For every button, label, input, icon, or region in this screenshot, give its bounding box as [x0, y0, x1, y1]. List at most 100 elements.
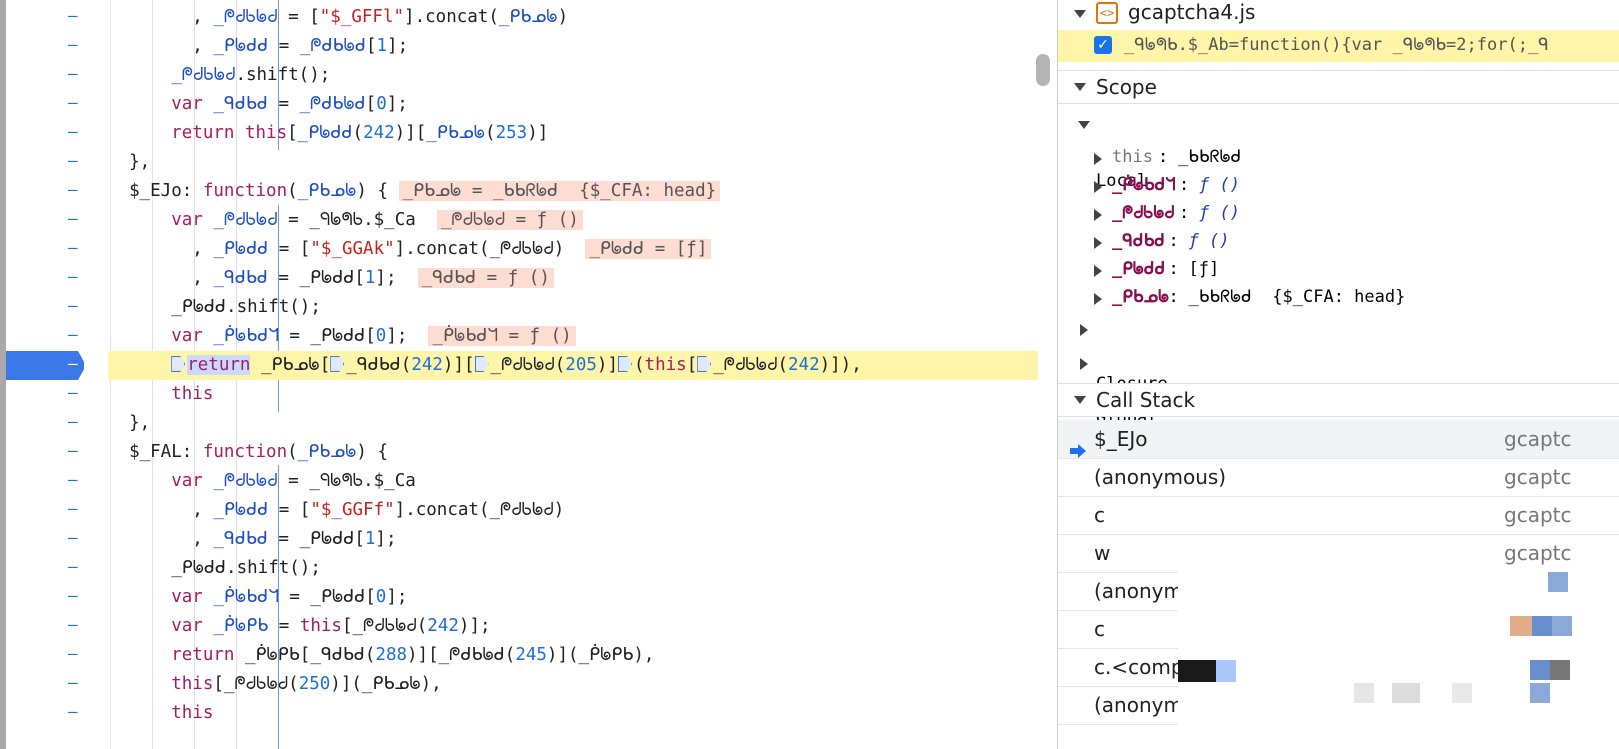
- line-dash: –: [68, 470, 78, 489]
- gutter-line[interactable]: –: [6, 293, 106, 322]
- code-line[interactable]: var _ᑮᖚᑲᑯᖻ = _ᑭᖚᑯᑯ[0];: [108, 583, 1038, 612]
- code-token: (: [287, 181, 298, 201]
- gutter-line[interactable]: –: [6, 235, 106, 264]
- code-line[interactable]: , _ᖘᑯᑲᖚᑯ = ["$_GFFl"].concat(_ᑭᑲᓄᖚ): [108, 3, 1038, 32]
- scope-variable-row[interactable]: _ᖘᑯᑲᖚᑯ: ƒ (): [1058, 199, 1619, 227]
- expand-triangle-icon[interactable]: [1094, 293, 1102, 305]
- gutter-line[interactable]: –: [6, 554, 106, 583]
- code-line[interactable]: _ᖘᑯᑲᖚᑯ.shift();: [108, 61, 1038, 90]
- call-stack-section-header[interactable]: Call Stack: [1058, 383, 1619, 417]
- call-stack-frame[interactable]: $_EJo gcaptc: [1058, 420, 1619, 459]
- global-expand-icon[interactable]: [1080, 358, 1088, 370]
- scope-variable-row[interactable]: _ᑭᑲᓄᖚ: _ᑲᑲᖇᖚᑯ {$_CFA: head}: [1058, 283, 1619, 311]
- gutter-line[interactable]: –: [6, 90, 106, 119]
- code-line-current[interactable]: return _ᑭᑲᓄᖚ[_ᑫᑯᑲᑯ(242)][_ᖘᑯᑲᖚᑯ(205)] (th…: [108, 351, 1038, 380]
- gutter-line[interactable]: –: [6, 612, 106, 641]
- code-line[interactable]: this: [108, 380, 1038, 409]
- expand-triangle-icon[interactable]: [1094, 153, 1102, 165]
- code-line[interactable]: var _ᖘᑯᑲᖚᑯ = _ᑫᖚᖗᑲ.$_Ca _ᖘᑯᑲᖚᑯ = ƒ (): [108, 206, 1038, 235]
- gutter-line[interactable]: –: [6, 61, 106, 90]
- gutter-line[interactable]: –: [6, 119, 106, 148]
- gutter-line[interactable]: –: [6, 583, 106, 612]
- code-line[interactable]: this[_ᖘᑯᑲᖚᑯ(250)](_ᑭᑲᓄᖚ),: [108, 670, 1038, 699]
- code-token: 242: [788, 355, 820, 375]
- expand-triangle-icon[interactable]: [1094, 181, 1102, 193]
- code-line[interactable]: var _ᑫᑯᑲᑯ = _ᖘᑯᑲᖚᑯ[0];: [108, 90, 1038, 119]
- scope-section-header[interactable]: Scope: [1058, 70, 1619, 104]
- code-line[interactable]: _ᑭᖚᑯᑯ.shift();: [108, 554, 1038, 583]
- step-marker-icon[interactable]: [474, 356, 489, 372]
- code-line[interactable]: $_EJo: function(_ᑭᑲᓄᖚ) { _ᑭᑲᓄᖚ = _ᑲᑲᖇᖚᑯ …: [108, 177, 1038, 206]
- gutter-line[interactable]: –: [6, 206, 106, 235]
- code-line[interactable]: this: [108, 699, 1038, 728]
- gutter-line[interactable]: –: [6, 3, 106, 32]
- gutter-line[interactable]: –: [6, 467, 106, 496]
- code-line[interactable]: var _ᑮᖚᑲᑯᖻ = _ᑭᖚᑯᑯ[0]; _ᑮᖚᑲᑯᖻ = ƒ (): [108, 322, 1038, 351]
- scope-variable-row[interactable]: _ᑭᖚᑯᑯ: [ƒ]: [1058, 255, 1619, 283]
- gutter-line[interactable]: –: [6, 641, 106, 670]
- gutter-line[interactable]: –: [6, 670, 106, 699]
- gutter-line[interactable]: –: [6, 322, 106, 351]
- call-stack-frame[interactable]: c gcaptc: [1058, 496, 1619, 535]
- code-line[interactable]: return this[_ᑭᖚᑯᑯ(242)][_ᑭᑲᓄᖚ(253)]: [108, 119, 1038, 148]
- gutter-line[interactable]: –: [6, 32, 106, 61]
- breakpoint-checkbox[interactable]: ✓: [1094, 36, 1112, 54]
- gutter-line[interactable]: –: [6, 351, 106, 380]
- breakpoint-row[interactable]: ✓ _ᑫᖚᖗᑲ.$_Ab=function(){var _ᑫᖚᖗᑲ=2;for(…: [1058, 30, 1619, 62]
- inline-value: _ᑭᖚᑯᑯ = [ƒ]: [585, 239, 712, 259]
- step-marker-icon[interactable]: [171, 356, 186, 372]
- call-stack-frame[interactable]: w gcaptc: [1058, 534, 1619, 573]
- frame-name: c: [1094, 617, 1105, 641]
- gutter-line[interactable]: –: [6, 525, 106, 554]
- code-line[interactable]: return _ᑮᖚᑭᑲ[_ᑫᑯᑲᑯ(288)][_ᖘᑯᑲᖚᑯ(245)](_ᑮ…: [108, 641, 1038, 670]
- gutter-line[interactable]: –: [6, 699, 106, 728]
- gutter-line[interactable]: –: [6, 380, 106, 409]
- expand-triangle-icon[interactable]: [1094, 265, 1102, 277]
- call-stack-frame[interactable]: (anonymous) gcaptc: [1058, 458, 1619, 497]
- scope-local-row[interactable]: Local: [1058, 111, 1619, 191]
- variable-name: _ᑫᑯᑲᑯ: [1112, 231, 1165, 251]
- code-line[interactable]: , _ᑭᖚᑯᑯ = _ᖘᑯᑲᖚᑯ[1];: [108, 32, 1038, 61]
- line-gutter[interactable]: – – – – – – – – – – – – – – – – – – – – – – – – –: [6, 0, 106, 749]
- code-line[interactable]: var _ᖘᑯᑲᖚᑯ = _ᑫᖚᖗᑲ.$_Ca: [108, 467, 1038, 496]
- scope-global-row[interactable]: Global: [1058, 348, 1619, 428]
- code-line[interactable]: },: [108, 148, 1038, 177]
- gutter-line[interactable]: –: [6, 148, 106, 177]
- expand-triangle-icon[interactable]: [1094, 209, 1102, 221]
- gutter-line[interactable]: –: [6, 409, 106, 438]
- scope-collapse-icon[interactable]: [1074, 83, 1086, 91]
- frame-location: gcaptc: [1504, 541, 1572, 565]
- closure-expand-icon[interactable]: [1080, 324, 1088, 336]
- breakpoint-marker-icon[interactable]: –: [6, 351, 84, 380]
- gutter-line[interactable]: –: [6, 496, 106, 525]
- local-collapse-icon[interactable]: [1078, 121, 1090, 129]
- scope-variable-row[interactable]: this: _ᑲᑲᖇᖚᑯ: [1058, 143, 1619, 171]
- code-editor[interactable]: – – – – – – – – – – – – – – – – – – – – – – – – – , _ᖘᑯᑲᖚᑯ = ["$…: [0, 0, 1057, 749]
- scope-variable-row[interactable]: _ᑮᖚᑲᑯᖻ: ƒ (): [1058, 171, 1619, 199]
- gutter-line[interactable]: –: [6, 438, 106, 467]
- code-line[interactable]: , _ᑫᑯᑲᑯ = _ᑭᖚᑯᑯ[1];: [108, 525, 1038, 554]
- code-content[interactable]: , _ᖘᑯᑲᖚᑯ = ["$_GFFl"].concat(_ᑭᑲᓄᖚ) , _ᑭ…: [108, 0, 1038, 749]
- gutter-line[interactable]: –: [6, 264, 106, 293]
- scope-variable-row[interactable]: _ᑫᑯᑲᑯ: ƒ (): [1058, 227, 1619, 255]
- expand-triangle-icon[interactable]: [1094, 237, 1102, 249]
- step-marker-icon[interactable]: [697, 356, 712, 372]
- call-stack-collapse-icon[interactable]: [1074, 396, 1086, 404]
- code-line[interactable]: $_FAL: function(_ᑭᑲᓄᖚ) {: [108, 438, 1038, 467]
- breakpoint-file-row[interactable]: <> gcaptcha4.js: [1058, 0, 1619, 30]
- gutter-line[interactable]: –: [6, 177, 106, 206]
- code-line[interactable]: , _ᑭᖚᑯᑯ = ["$_GGFf"].concat(_ᖘᑯᑲᖚᑯ): [108, 496, 1038, 525]
- collapse-triangle-icon[interactable]: [1074, 10, 1086, 18]
- code-token: _ᖘᑯᑲᖚᑯ: [299, 94, 366, 114]
- scope-closure-row[interactable]: Closure: [1058, 314, 1619, 394]
- code-line[interactable]: var _ᑮᖚᑭᑲ = this[_ᖘᑯᑲᖚᑯ(242)];: [108, 612, 1038, 641]
- editor-scrollbar-thumb[interactable]: [1036, 54, 1050, 86]
- step-marker-icon[interactable]: [330, 356, 345, 372]
- code-line[interactable]: },: [108, 409, 1038, 438]
- code-line[interactable]: , _ᑭᖚᑯᑯ = ["$_GGAk"].concat(_ᖘᑯᑲᖚᑯ) _ᑭᖚᑯ…: [108, 235, 1038, 264]
- code-line[interactable]: , _ᑫᑯᑲᑯ = _ᑭᖚᑯᑯ[1]; _ᑫᑯᑲᑯ = ƒ (): [108, 264, 1038, 293]
- frame-location: gcaptc: [1504, 465, 1572, 489]
- code-line[interactable]: _ᑭᖚᑯᑯ.shift();: [108, 293, 1038, 322]
- step-marker-icon[interactable]: [617, 356, 632, 372]
